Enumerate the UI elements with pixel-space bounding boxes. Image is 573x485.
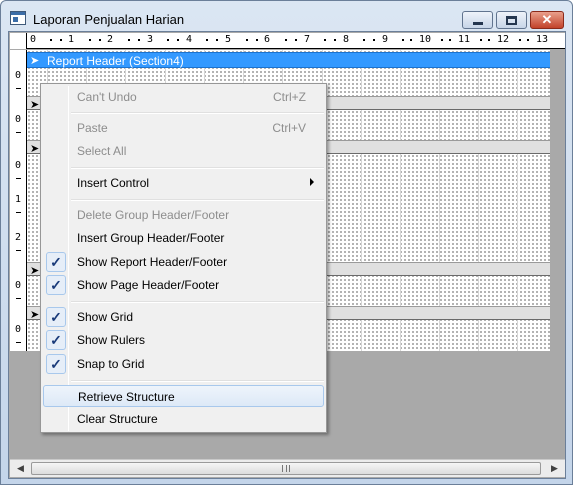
pointer-arrow-icon: ➤ (30, 265, 40, 277)
pointer-arrow-icon: ➤ (30, 99, 40, 111)
grip-icon (282, 465, 290, 472)
ruler-tick-label: 9 (382, 34, 389, 45)
scrollbar-thumb[interactable] (31, 462, 541, 475)
close-icon: ✕ (541, 12, 553, 27)
ruler-tick-label: 1 (68, 34, 75, 45)
submenu-arrow-icon (310, 178, 314, 186)
menu-item-insert-group[interactable]: Insert Group Header/Footer (43, 227, 324, 249)
vertical-ruler: 0 0 0 1 2 0 0 (10, 50, 27, 351)
menu-separator (71, 112, 324, 114)
menu-item-show-report-header[interactable]: ✓ Show Report Header/Footer (43, 251, 324, 273)
ruler-tick-label: 2 (107, 34, 114, 45)
menu-item-clear-structure[interactable]: Clear Structure (43, 408, 324, 430)
window-title: Laporan Penjualan Harian (33, 12, 185, 27)
app-window-icon (10, 11, 26, 25)
pointer-arrow-icon: ➤ (30, 143, 40, 155)
menu-item-paste[interactable]: Paste Ctrl+V (43, 117, 324, 139)
menu-item-show-grid[interactable]: ✓ Show Grid (43, 306, 324, 328)
vertical-ruler-label: 2 (15, 232, 22, 243)
minimize-icon (472, 21, 483, 25)
menu-item-label: Select All (77, 144, 127, 158)
menu-item-label: Show Rulers (77, 333, 146, 347)
check-icon: ✓ (46, 275, 66, 295)
title-bar[interactable]: Laporan Penjualan Harian ✕ (1, 1, 572, 31)
menu-item-undo[interactable]: Can't Undo Ctrl+Z (43, 86, 324, 108)
ruler-tick-label: 6 (264, 34, 271, 45)
close-button[interactable]: ✕ (530, 11, 564, 29)
vertical-ruler-label: 1 (15, 194, 22, 205)
menu-item-shortcut: Ctrl+V (272, 121, 306, 135)
menu-item-delete-group[interactable]: Delete Group Header/Footer (43, 204, 324, 226)
menu-separator (71, 380, 324, 382)
menu-item-label: Insert Group Header/Footer (77, 231, 225, 245)
vertical-ruler-label: 0 (15, 70, 22, 81)
pointer-arrow-icon: ➤ (30, 55, 40, 67)
maximize-button[interactable] (496, 11, 527, 29)
menu-item-label: Paste (77, 121, 108, 135)
menu-item-show-rulers[interactable]: ✓ Show Rulers (43, 329, 324, 351)
menu-item-select-all[interactable]: Select All (43, 140, 324, 162)
ruler-tick-label: 8 (343, 34, 350, 45)
ruler-tick-label: 10 (419, 34, 432, 45)
horizontal-scrollbar[interactable]: ◀ ▶ (10, 459, 565, 477)
check-icon: ✓ (46, 330, 66, 350)
menu-separator (71, 301, 324, 303)
maximize-icon (506, 15, 517, 25)
context-menu: Can't Undo Ctrl+Z Paste Ctrl+V Select Al… (40, 83, 327, 433)
vertical-ruler-label: 0 (15, 114, 22, 125)
scroll-left-button[interactable]: ◀ (12, 460, 29, 477)
scroll-right-button[interactable]: ▶ (546, 460, 563, 477)
check-icon: ✓ (46, 252, 66, 272)
minimize-button[interactable] (462, 11, 493, 29)
ruler-tick-label: 5 (225, 34, 232, 45)
ruler-tick-label: 3 (147, 34, 154, 45)
menu-item-label: Show Report Header/Footer (77, 255, 228, 269)
menu-item-show-page-header[interactable]: ✓ Show Page Header/Footer (43, 274, 324, 296)
menu-item-label: Show Page Header/Footer (77, 278, 220, 292)
scroll-right-icon: ▶ (551, 463, 558, 473)
ruler-tick-label: 13 (536, 34, 549, 45)
report-header-label: Report Header (Section4) (47, 54, 184, 68)
vertical-ruler-label: 0 (15, 160, 22, 171)
menu-separator (71, 199, 324, 201)
pointer-arrow-icon: ➤ (30, 309, 40, 321)
menu-item-label: Can't Undo (77, 90, 137, 104)
ruler-tick-label: 4 (186, 34, 193, 45)
menu-item-label: Snap to Grid (77, 357, 145, 371)
ruler-tick-label: 7 (304, 34, 311, 45)
menu-item-label: Show Grid (77, 310, 134, 324)
vertical-ruler-label: 0 (15, 324, 22, 335)
menu-item-shortcut: Ctrl+Z (273, 90, 306, 104)
menu-item-label: Delete Group Header/Footer (77, 208, 230, 222)
menu-item-label: Clear Structure (77, 412, 158, 426)
ruler-tick-label: 12 (497, 34, 510, 45)
ruler-tick-label: 0 (30, 34, 37, 45)
ruler-tick-label: 11 (458, 34, 471, 45)
scroll-left-icon: ◀ (17, 463, 24, 473)
check-icon: ✓ (46, 307, 66, 327)
menu-item-insert-control[interactable]: Insert Control (43, 172, 324, 194)
vertical-ruler-label: 0 (15, 280, 22, 291)
menu-item-retrieve-structure[interactable]: Retrieve Structure (43, 385, 324, 407)
ruler-corner (10, 33, 27, 49)
check-icon: ✓ (46, 354, 66, 374)
menu-separator (71, 167, 324, 169)
menu-item-label: Retrieve Structure (78, 390, 175, 404)
menu-item-label: Insert Control (77, 176, 150, 190)
report-header-band[interactable]: ➤ Report Header (Section4) (27, 52, 550, 68)
menu-item-snap-to-grid[interactable]: ✓ Snap to Grid (43, 353, 324, 375)
horizontal-ruler: 0 1 2 3 4 5 6 7 8 9 10 11 12 13 (10, 33, 565, 49)
